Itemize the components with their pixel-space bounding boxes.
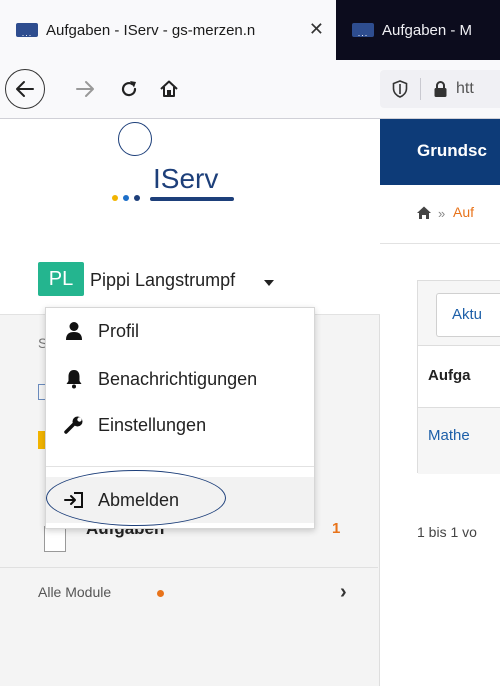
menu-item-profil[interactable]: Profil xyxy=(46,308,314,354)
home-button[interactable] xyxy=(150,70,188,108)
annotation-circle xyxy=(46,470,226,526)
menu-item-einstellungen[interactable]: Einstellungen xyxy=(46,402,314,448)
tab-title: Aufgaben - IServ - gs-merzen.n xyxy=(46,21,256,39)
chevron-right-icon: › xyxy=(340,581,347,603)
logo-dot xyxy=(123,195,129,201)
logo-area[interactable]: IServ xyxy=(0,119,380,245)
logo-dot xyxy=(134,195,140,201)
home-icon[interactable] xyxy=(416,205,432,220)
browser-toolbar: htt xyxy=(0,60,500,119)
reload-button[interactable] xyxy=(110,70,148,108)
reload-icon xyxy=(121,81,137,97)
forward-button[interactable] xyxy=(66,70,104,108)
bell-icon xyxy=(62,369,86,389)
iserv-logo: IServ xyxy=(153,163,219,194)
tasks-panel: Aktu Aufga Mathe xyxy=(417,280,500,474)
column-header: Aufga xyxy=(428,367,471,384)
breadcrumb-separator: » xyxy=(438,206,446,221)
table-row[interactable]: Mathe xyxy=(418,407,500,474)
menu-item-benachrichtigungen[interactable]: Benachrichtigungen xyxy=(46,356,314,402)
table-header: Aufga xyxy=(418,345,500,408)
tab-title: Aufgaben - M xyxy=(382,21,473,39)
caret-down-icon[interactable] xyxy=(264,280,274,286)
url-bar[interactable]: htt xyxy=(380,70,500,108)
menu-item-label: Einstellungen xyxy=(98,414,207,435)
sidebar-item-label: Alle Module xyxy=(38,584,112,600)
page-header: Grundsc xyxy=(380,119,500,185)
menu-item-label: Benachrichtigungen xyxy=(98,368,258,389)
notification-dot xyxy=(157,590,164,597)
iserv-favicon-icon: ... xyxy=(352,23,374,38)
url-text[interactable]: htt xyxy=(456,80,474,98)
wrench-icon xyxy=(62,415,86,435)
aktualisieren-button[interactable]: Aktu xyxy=(436,293,500,337)
home-icon xyxy=(160,80,178,97)
sidebar: IServ PL Pippi Langstrumpf S Aufgaben 1 … xyxy=(0,119,380,686)
iserv-favicon-icon: ... xyxy=(16,23,38,38)
document-icon xyxy=(44,526,66,552)
task-link[interactable]: Mathe xyxy=(428,427,470,444)
user-icon xyxy=(62,321,86,341)
arrow-right-icon xyxy=(76,81,94,97)
shield-icon[interactable] xyxy=(392,80,408,98)
menu-divider xyxy=(46,466,314,467)
logo-underline xyxy=(150,197,234,201)
browser-tab-active[interactable]: ... Aufgaben - IServ - gs-merzen.n ✕ xyxy=(0,0,336,60)
user-menu-toggle[interactable]: PL Pippi Langstrumpf xyxy=(0,244,380,315)
button-label: Aktu xyxy=(452,306,483,323)
breadcrumb-link[interactable]: Auf xyxy=(453,204,474,220)
browser-tab-inactive[interactable]: ... Aufgaben - M xyxy=(336,0,500,60)
breadcrumb: » Auf xyxy=(380,185,500,244)
browser-tab-strip: ... Aufgaben - IServ - gs-merzen.n ✕ ...… xyxy=(0,0,500,60)
count-badge: 1 xyxy=(332,520,341,537)
menu-item-label: Profil xyxy=(98,320,140,341)
tab-close-icon[interactable]: ✕ xyxy=(309,19,324,40)
back-button[interactable] xyxy=(5,69,45,109)
logo-dot xyxy=(112,195,118,201)
avatar: PL xyxy=(38,262,84,296)
arrow-left-icon xyxy=(16,81,34,97)
urlbar-divider xyxy=(420,78,421,100)
school-title: Grundsc xyxy=(417,141,487,160)
sidebar-divider xyxy=(0,567,378,568)
pagination-info: 1 bis 1 vo xyxy=(417,524,477,540)
annotation-circle xyxy=(118,122,152,156)
lock-icon[interactable] xyxy=(433,80,448,98)
main-content: Grundsc » Auf Aktu Aufga Mathe 1 bis 1 v… xyxy=(380,119,500,686)
user-dropdown-menu: Profil Benachrichtigungen Einstellungen … xyxy=(45,307,315,529)
user-name[interactable]: Pippi Langstrumpf xyxy=(90,270,235,291)
